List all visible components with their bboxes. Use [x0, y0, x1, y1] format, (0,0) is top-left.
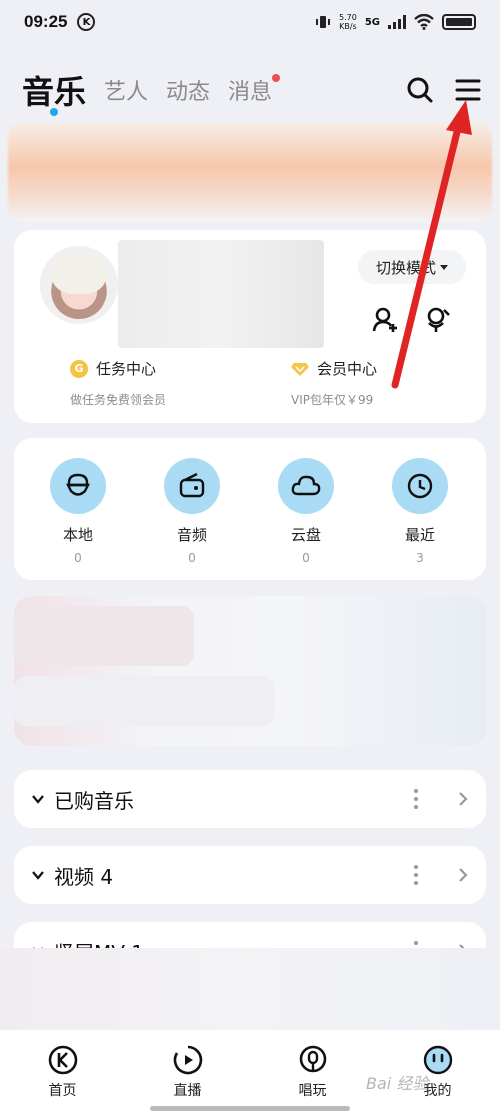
category-audio[interactable]: 音频 0: [142, 458, 242, 565]
task-center-subtitle: 做任务免费领会员: [70, 393, 167, 407]
list-row-videos[interactable]: 视频 4: [14, 846, 486, 904]
active-tab-indicator: [50, 108, 58, 116]
vip-center-link[interactable]: 会员中心 VIP包年仅￥99: [291, 358, 377, 408]
tab-label: 首页: [48, 1083, 77, 1099]
chevron-right-icon[interactable]: [458, 867, 468, 883]
vibrate-icon: [316, 16, 331, 28]
coin-icon: G: [70, 359, 88, 378]
category-label: 最近: [404, 526, 435, 544]
category-cloud[interactable]: 云盘 0: [256, 458, 356, 565]
category-count: 0: [188, 551, 196, 565]
search-icon[interactable]: [406, 76, 434, 104]
message-badge: [272, 74, 281, 82]
blurred-content: [14, 596, 486, 746]
menu-icon[interactable]: [454, 76, 482, 104]
more-vertical-icon[interactable]: [414, 865, 418, 885]
tab-label: 直播: [173, 1083, 202, 1099]
switch-mode-label: 切换模式: [375, 258, 436, 277]
status-indicators: 5.70 KB/s 5G: [315, 13, 476, 31]
tab-sing[interactable]: 唱玩: [250, 1030, 375, 1114]
watermark: Bai 经验: [366, 1074, 429, 1093]
category-label: 云盘: [290, 526, 321, 544]
category-local[interactable]: 本地 0: [28, 458, 128, 565]
avatar[interactable]: [40, 246, 118, 324]
category-count: 0: [302, 551, 310, 565]
chevron-down-icon[interactable]: [32, 793, 44, 805]
category-label: 本地: [62, 526, 93, 544]
status-bar: 09:25 K 5.70 KB/s 5G: [0, 0, 500, 44]
chevron-down-icon: [440, 264, 448, 270]
home-indicator[interactable]: [150, 1106, 350, 1111]
promo-banner[interactable]: [8, 122, 492, 222]
local-icon: [66, 473, 90, 496]
switch-mode-button[interactable]: 切换模式: [358, 250, 466, 284]
vip-center-title: 会员中心: [317, 360, 378, 378]
cloud-icon: [291, 475, 321, 496]
mini-player-blurred: [0, 948, 500, 1030]
category-label: 音频: [176, 526, 207, 544]
add-friend-icon[interactable]: [372, 306, 400, 334]
category-card: 本地 0 音频 0 云盘 0 最近 3: [14, 438, 486, 580]
vip-center-subtitle: VIP包年仅￥99: [291, 393, 374, 407]
radio-icon: [179, 472, 205, 498]
tab-music[interactable]: 音乐: [22, 67, 86, 113]
network-type: 5G: [364, 16, 380, 28]
network-speed: 5.70 KB/s: [339, 13, 357, 31]
home-k-icon: [48, 1045, 77, 1075]
blurred-username: [118, 240, 324, 348]
list-title: 视频 4: [54, 864, 114, 889]
chevron-right-icon[interactable]: [458, 791, 468, 807]
signal-icon: [388, 15, 406, 29]
diamond-icon: [291, 362, 309, 376]
live-play-icon: [173, 1045, 202, 1075]
battery-icon: [442, 14, 476, 30]
tab-artists[interactable]: 艺人: [104, 74, 148, 106]
task-center-title: 任务中心: [96, 360, 157, 378]
more-vertical-icon[interactable]: [414, 789, 418, 809]
tab-messages-label: 消息: [228, 80, 273, 105]
tab-home[interactable]: 首页: [0, 1030, 125, 1114]
profile-card: 切换模式 G 任务中心 做任务免费领会员 会员中心 VIP包年仅￥99: [14, 230, 486, 423]
task-center-link[interactable]: G 任务中心 做任务免费领会员: [70, 358, 166, 408]
tab-label: 唱玩: [298, 1083, 327, 1099]
category-count: 3: [416, 551, 424, 565]
list-title: 已购音乐: [54, 788, 134, 813]
tab-messages[interactable]: 消息: [228, 74, 281, 106]
recognize-song-icon[interactable]: [424, 306, 452, 334]
list-row-purchased[interactable]: 已购音乐: [14, 770, 486, 828]
tab-feed[interactable]: 动态: [166, 74, 210, 106]
tab-live[interactable]: 直播: [125, 1030, 250, 1114]
wifi-icon: [414, 14, 434, 30]
category-recent[interactable]: 最近 3: [370, 458, 470, 565]
k-app-icon: K: [77, 13, 96, 31]
category-count: 0: [74, 551, 82, 565]
chevron-down-icon[interactable]: [32, 869, 44, 881]
status-time: 09:25: [24, 12, 68, 31]
clock-icon: [407, 473, 433, 499]
mic-icon: [299, 1045, 326, 1073]
